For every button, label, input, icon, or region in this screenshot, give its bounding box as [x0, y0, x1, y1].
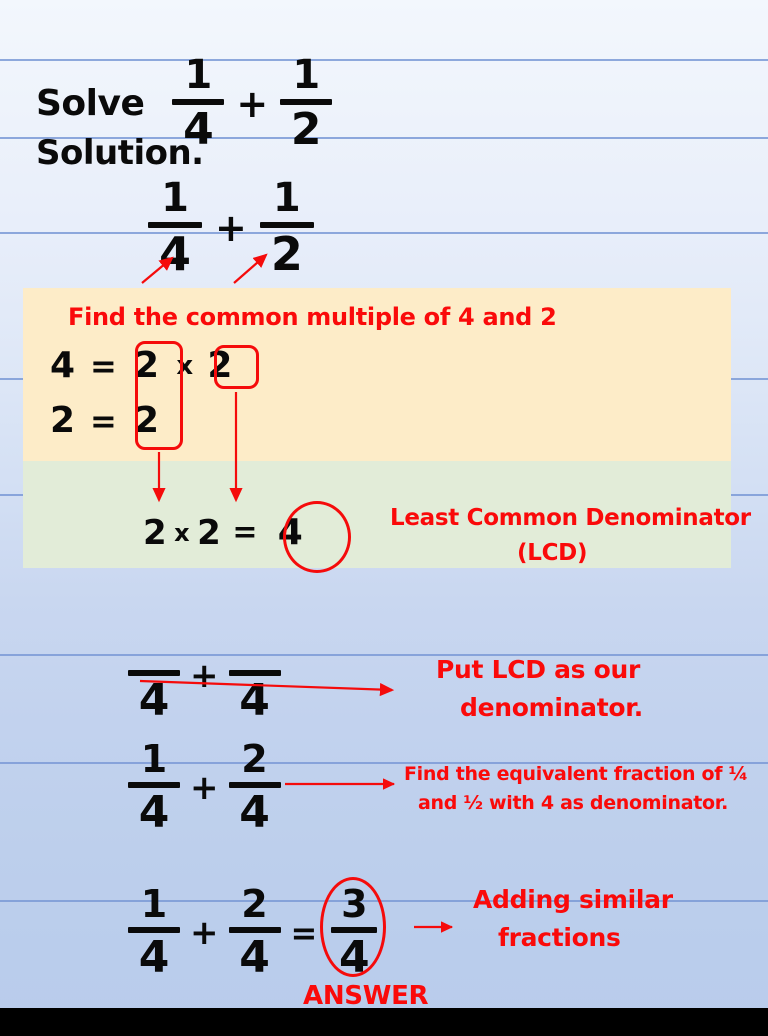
lcd-annotation-line-2: (LCD): [517, 540, 588, 566]
number-value: 2: [50, 400, 75, 441]
fraction-denominator: 4: [239, 786, 270, 838]
fraction-numerator: 2: [241, 882, 268, 926]
restated-expression-row: 1 4 + 1 2: [148, 178, 314, 278]
lcd-left-factor: 2: [143, 512, 167, 553]
bottom-black-bar: [0, 1008, 768, 1036]
put-lcd-annotation-line-1: Put LCD as our: [436, 655, 641, 684]
fraction-denominator: 2: [270, 226, 303, 281]
fraction-denominator: 2: [290, 103, 322, 155]
equivalent-fraction-row: 1 4 + 2 4: [128, 740, 281, 836]
fraction-denominator: 4: [239, 931, 270, 983]
lcd-annotation-line-1: Least Common Denominator: [390, 505, 751, 531]
fraction-numerator: 1: [140, 882, 168, 926]
fraction-denominator: 4: [138, 786, 170, 838]
worksheet-slide: Solve 1 4 + 1 2 Solution. 1 4 + 1 2 Find…: [0, 0, 768, 1036]
fraction-one-half: 1 2: [280, 52, 333, 155]
plus-operator: +: [236, 81, 269, 126]
fraction-numerator: 2: [241, 737, 268, 781]
times-sign: x: [174, 518, 190, 547]
equivalent-annotation-line-2: and ½ with 4 as denominator.: [418, 792, 729, 814]
equals-sign: =: [232, 515, 257, 550]
fraction-numerator: 1: [161, 175, 189, 221]
lcd-result-circle: [283, 501, 351, 573]
common-factor-highlight-box: [135, 341, 183, 450]
fraction-two-quarters: 2 4: [228, 882, 281, 983]
lcd-substitution-row: 4 + 4: [128, 628, 281, 724]
solve-label: Solve: [36, 82, 145, 124]
plus-operator: +: [190, 655, 219, 696]
lcd-right-factor: 2: [197, 512, 221, 553]
fraction-blank-over-four: 4: [128, 628, 180, 724]
put-lcd-annotation-line-2: denominator.: [460, 693, 643, 722]
plus-operator: +: [190, 767, 219, 808]
rule-line: [0, 654, 768, 656]
fraction-blank-over-four: 4: [228, 628, 281, 726]
answer-circle: [320, 877, 386, 977]
equals-sign: =: [290, 913, 318, 952]
common-multiple-heading: Find the common multiple of 4 and 2: [68, 303, 557, 331]
equals-sign: =: [90, 401, 117, 440]
fraction-denominator: 4: [138, 674, 170, 726]
fraction-one-quarter: 1 4: [148, 178, 202, 278]
number-value: 4: [50, 345, 75, 386]
plus-operator: +: [215, 205, 247, 250]
fraction-numerator: 1: [140, 737, 168, 781]
answer-label: ANSWER: [303, 981, 429, 1011]
fraction-one-quarter: 1 4: [128, 885, 180, 981]
extra-factor-highlight-box: [214, 345, 259, 389]
adding-annotation-line-1: Adding similar: [473, 885, 673, 914]
equals-sign: =: [90, 346, 117, 385]
fraction-numerator: 1: [272, 175, 301, 221]
fraction-numerator: 1: [184, 52, 213, 98]
fraction-two-quarters: 2 4: [228, 737, 281, 838]
solution-label: Solution.: [36, 133, 204, 173]
plus-operator: +: [190, 912, 219, 953]
fraction-numerator: 1: [292, 52, 321, 98]
fraction-one-half: 1 2: [259, 175, 314, 281]
equivalent-annotation-line-1: Find the equivalent fraction of ¼: [404, 763, 748, 785]
rule-line: [0, 232, 768, 234]
adding-annotation-line-2: fractions: [498, 923, 621, 952]
fraction-one-quarter: 1 4: [128, 740, 180, 836]
fraction-denominator: 4: [239, 674, 270, 726]
fraction-denominator: 4: [138, 931, 170, 983]
fraction-denominator: 4: [158, 226, 191, 281]
